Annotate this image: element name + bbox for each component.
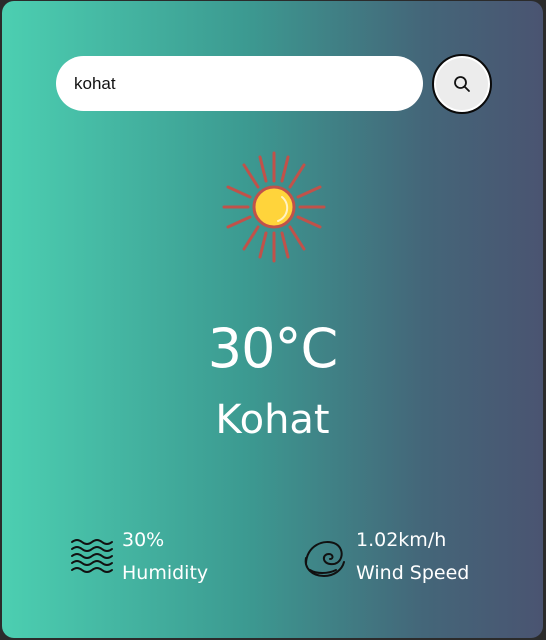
sun-icon xyxy=(222,151,326,263)
humidity-value: 30% xyxy=(122,529,165,551)
humidity-waves-icon xyxy=(71,539,113,573)
humidity-detail: 30% Humidity xyxy=(68,525,208,589)
weather-card: 30°C Kohat 30% Humidity 1.02km/h xyxy=(2,1,543,638)
wind-swirl-icon xyxy=(304,541,345,578)
search-button[interactable] xyxy=(432,54,492,114)
temperature-value: 30°C xyxy=(207,317,338,380)
wind-speed-value: 1.02km/h xyxy=(356,529,447,551)
city-name: Kohat xyxy=(215,397,330,443)
search-input[interactable] xyxy=(56,56,423,111)
humidity-label: Humidity xyxy=(122,562,209,584)
search-bar xyxy=(56,54,492,114)
search-icon xyxy=(454,76,470,92)
wind-speed-label: Wind Speed xyxy=(356,562,470,584)
wind-detail: 1.02km/h Wind Speed xyxy=(302,525,469,589)
